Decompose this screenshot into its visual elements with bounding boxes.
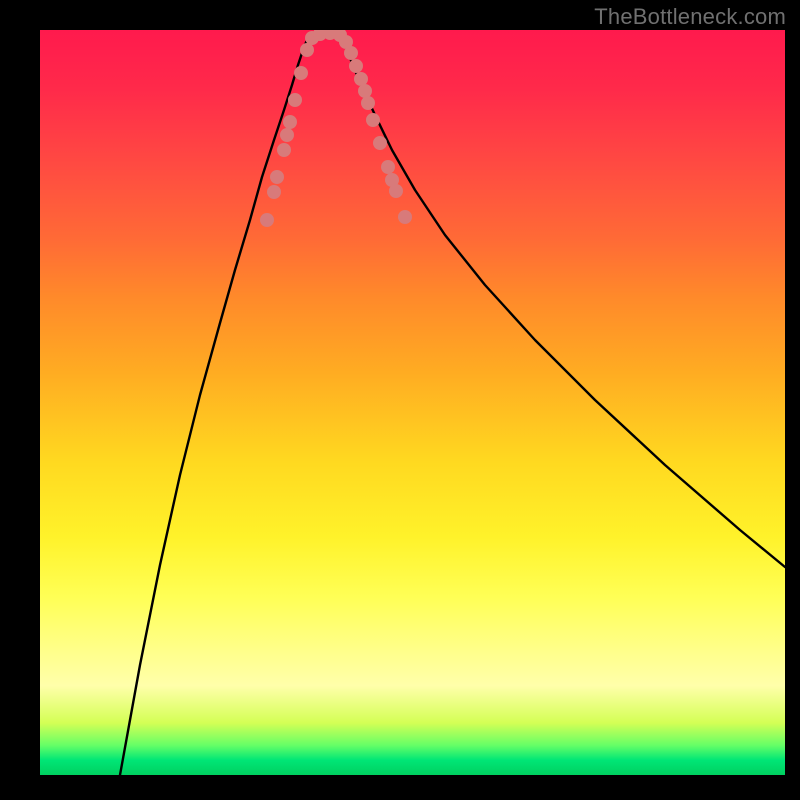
marker-point — [288, 93, 302, 107]
curve-layer — [40, 30, 785, 775]
watermark-text: TheBottleneck.com — [594, 4, 786, 30]
marker-point — [361, 96, 375, 110]
marker-point — [270, 170, 284, 184]
marker-point — [354, 72, 368, 86]
chart-frame: TheBottleneck.com — [0, 0, 800, 800]
marker-point — [389, 184, 403, 198]
marker-point — [280, 128, 294, 142]
marker-point — [260, 213, 274, 227]
marker-point — [300, 43, 314, 57]
marker-point — [366, 113, 380, 127]
marker-point — [358, 84, 372, 98]
marker-point — [283, 115, 297, 129]
marker-point — [294, 66, 308, 80]
marker-point — [277, 143, 291, 157]
marker-point — [349, 59, 363, 73]
marker-point — [381, 160, 395, 174]
marker-point — [344, 46, 358, 60]
marker-point — [267, 185, 281, 199]
curve-right-curve — [340, 35, 785, 567]
marker-point — [373, 136, 387, 150]
marker-point — [398, 210, 412, 224]
plot-area — [40, 30, 785, 775]
